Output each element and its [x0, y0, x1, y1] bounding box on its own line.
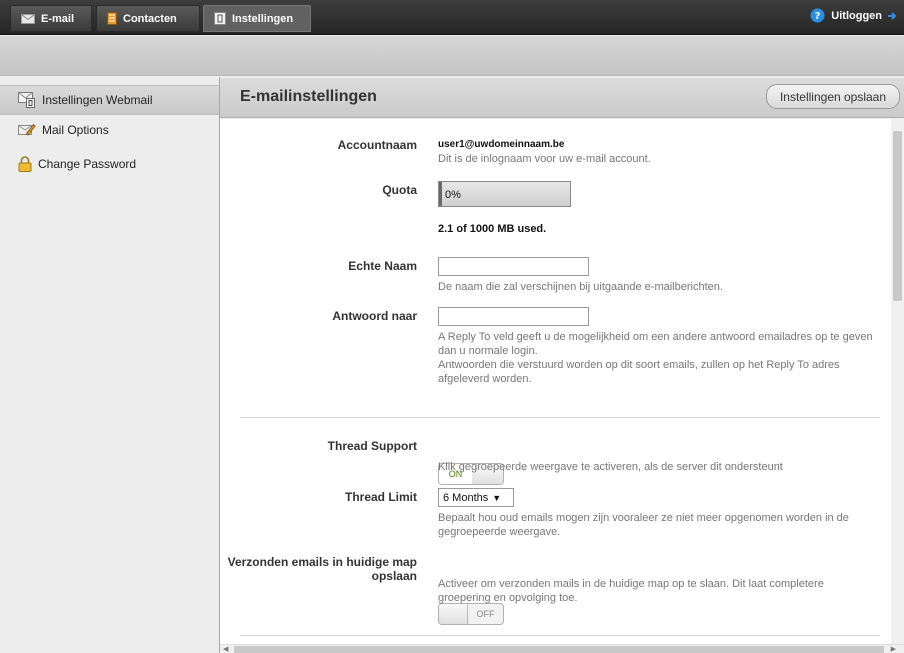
logout-button[interactable]: ? Uitloggen	[810, 8, 904, 23]
quota-percent: 0%	[445, 189, 461, 201]
real-name-input[interactable]	[438, 257, 589, 276]
logout-label: Uitloggen	[831, 9, 882, 22]
section-divider	[240, 635, 880, 636]
logout-arrow-icon	[888, 11, 898, 21]
account-name-help: Dit is de inlognaam voor uw e-mail accou…	[438, 153, 651, 165]
sidebar-item-label: Instellingen Webmail	[42, 93, 153, 107]
top-navigation-bar: E-mail Contacten Instellingen ? Uitlogge…	[0, 0, 904, 35]
help-icon: ?	[810, 8, 825, 23]
thread-support-help: Klik gegroepeerde weergave te activeren,…	[438, 461, 783, 473]
quota-progress-bar: 0%	[438, 181, 571, 207]
main-header: E-mailinstellingen Instellingen opslaan	[220, 78, 904, 118]
lock-icon	[18, 156, 32, 172]
svg-text:?: ?	[815, 11, 821, 22]
quota-progress-fill	[439, 182, 442, 206]
sidebar-item-mail-options[interactable]: Mail Options	[0, 118, 219, 142]
section-divider	[240, 417, 880, 418]
sent-in-folder-toggle[interactable]: OFF	[438, 603, 504, 625]
quota-label: Quota	[382, 183, 417, 197]
thread-limit-help: Bepaalt hou oud emails mogen zijn vooral…	[438, 512, 849, 538]
settings-form: Accountnaam user1@uwdomeinnaam.be Dit is…	[220, 119, 891, 644]
horizontal-scrollbar[interactable]: ◀ ▶	[220, 644, 904, 653]
save-settings-button[interactable]: Instellingen opslaan	[766, 84, 900, 109]
sent-in-folder-label: Verzonden emails in huidige map opslaan	[227, 555, 417, 583]
sidebar-item-label: Change Password	[38, 157, 137, 171]
reply-to-label: Antwoord naar	[332, 309, 417, 323]
vertical-scrollbar[interactable]	[891, 119, 904, 644]
thread-support-label: Thread Support	[327, 439, 417, 453]
dropdown-caret-icon: ▼	[492, 492, 502, 503]
toggle-off-label: OFF	[467, 604, 503, 624]
envelope-icon	[21, 13, 35, 24]
thread-limit-select[interactable]: 6 Months ▼	[438, 488, 514, 507]
thread-limit-value: 6 Months	[443, 491, 489, 504]
reply-to-input[interactable]	[438, 307, 589, 326]
sidebar: Instellingen Webmail Mail Options Change…	[0, 77, 219, 653]
scrollbar-thumb[interactable]	[234, 646, 884, 653]
sent-in-folder-help: Activeer om verzonden mails in de huidig…	[438, 578, 824, 604]
settings-icon	[214, 12, 226, 25]
reply-to-help: A Reply To veld geeft u de mogelijkheid …	[438, 330, 888, 386]
tab-contacten[interactable]: Contacten	[96, 5, 200, 32]
webmail-settings-icon	[18, 92, 36, 108]
toggle-knob	[439, 604, 469, 624]
tab-contacten-label: Contacten	[123, 12, 177, 25]
page-title: E-mailinstellingen	[240, 88, 377, 105]
scroll-right-icon[interactable]: ▶	[891, 645, 896, 653]
real-name-label: Echte Naam	[348, 259, 417, 273]
sidebar-item-change-password[interactable]: Change Password	[0, 152, 219, 176]
tab-email[interactable]: E-mail	[10, 5, 92, 32]
tab-instellingen-label: Instellingen	[232, 12, 294, 25]
reply-to-help-line1: A Reply To veld geeft u de mogelijkheid …	[438, 331, 873, 357]
toolbar-strip	[0, 36, 904, 76]
scroll-left-icon[interactable]: ◀	[223, 645, 228, 653]
account-name-value: user1@uwdomeinnaam.be	[438, 139, 565, 150]
reply-to-help-line2: Antwoorden die verstuurd worden op dit s…	[438, 359, 840, 385]
quota-used-text: 2.1 of 1000 MB used.	[438, 223, 547, 235]
sidebar-item-instellingen-webmail[interactable]: Instellingen Webmail	[0, 85, 219, 115]
thread-limit-label: Thread Limit	[344, 490, 417, 504]
sidebar-item-label: Mail Options	[42, 123, 109, 137]
scrollbar-thumb[interactable]	[893, 131, 902, 301]
tab-email-label: E-mail	[41, 12, 75, 25]
account-name-label: Accountnaam	[337, 138, 417, 152]
tab-instellingen[interactable]: Instellingen	[203, 5, 311, 32]
real-name-help: De naam die zal verschijnen bij uitgaand…	[438, 281, 723, 293]
mail-options-icon	[18, 123, 36, 137]
address-book-icon	[107, 12, 117, 25]
